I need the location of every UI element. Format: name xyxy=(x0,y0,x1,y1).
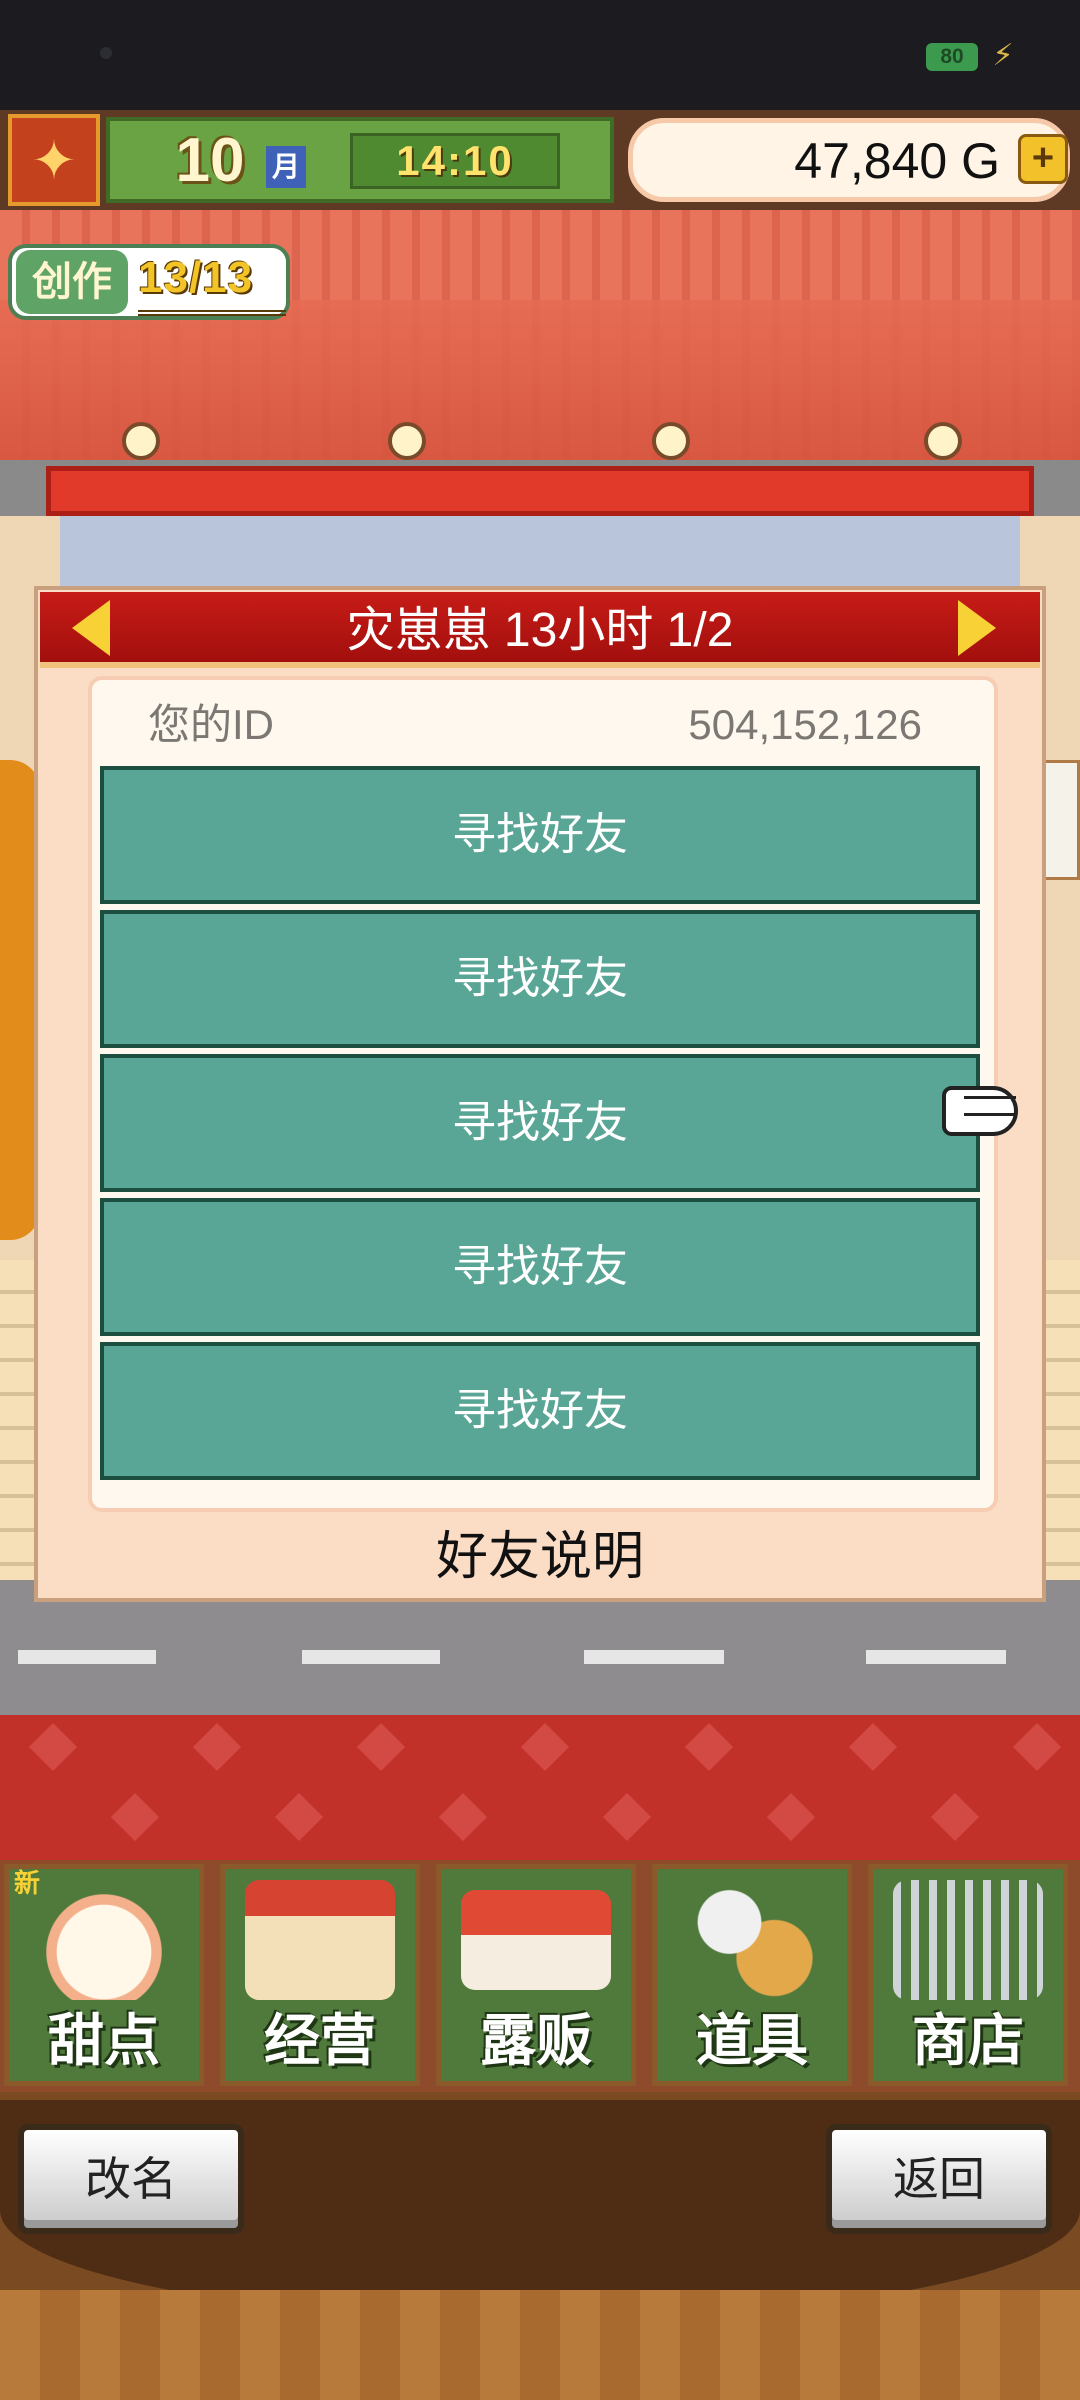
lane-marking xyxy=(302,1650,440,1664)
battery-indicator: 80 xyxy=(926,43,978,71)
find-friend-button[interactable]: 寻找好友 xyxy=(100,1342,980,1480)
maple-leaf-icon: ✦ xyxy=(8,114,100,206)
gold-amount: 47,840 G xyxy=(794,133,1000,189)
game-clock: 14:10 xyxy=(350,133,560,189)
find-friend-button[interactable]: 寻找好友 xyxy=(100,1198,980,1336)
back-button[interactable]: 返回 xyxy=(826,2124,1052,2234)
lightning-icon: ⚡ xyxy=(992,39,1014,72)
shop-windows xyxy=(60,516,1020,586)
player-id-label: 您的ID xyxy=(148,701,275,748)
camera-dot xyxy=(100,47,112,59)
friend-panel-title: 灾崽崽 13小时 1/2 xyxy=(346,604,734,657)
craft-count: 13/13 xyxy=(138,246,286,316)
lane-marking xyxy=(584,1650,724,1664)
friend-help-button[interactable]: 好友说明 xyxy=(40,1512,1040,1602)
item-bag-icon xyxy=(677,1880,827,2000)
find-friend-button[interactable]: 寻找好友 xyxy=(100,766,980,904)
shopping-cart-icon xyxy=(893,1880,1043,2000)
rename-button[interactable]: 改名 xyxy=(18,2124,244,2234)
arrow-left-icon[interactable] xyxy=(72,600,110,656)
menu-label-store: 商店 xyxy=(912,2009,1024,2072)
arrow-right-icon[interactable] xyxy=(958,600,996,656)
lamp-icon xyxy=(388,422,426,460)
pointing-hand-finger xyxy=(964,1096,1016,1116)
menu-label-dessert: 甜点 xyxy=(48,2009,160,2072)
find-friend-button[interactable]: 寻找好友 xyxy=(100,910,980,1048)
lamp-icon xyxy=(924,422,962,460)
status-bar xyxy=(0,0,1080,110)
shop-sign-beam xyxy=(46,466,1034,516)
lamp-icon xyxy=(652,422,690,460)
footer-floor xyxy=(0,2290,1080,2400)
sidewalk xyxy=(0,1260,36,1590)
wall-picture xyxy=(1040,760,1080,880)
food-truck-icon xyxy=(461,1890,611,1990)
add-gold-button[interactable]: + xyxy=(1018,134,1068,184)
menu-label-items: 道具 xyxy=(696,2009,808,2072)
menu-label-food-truck: 露贩 xyxy=(480,2009,592,2072)
shop-icon xyxy=(245,1880,395,2000)
month-number: 10 xyxy=(175,126,245,195)
new-badge: 新 xyxy=(14,1868,41,1898)
find-friend-button[interactable]: 寻找好友 xyxy=(100,1054,980,1192)
month-label: 月 xyxy=(266,146,306,188)
player-id-value: 504,152,126 xyxy=(688,701,922,748)
menu-label-manage: 经营 xyxy=(264,2009,376,2072)
lamp-icon xyxy=(122,422,160,460)
craft-label: 创作 xyxy=(16,250,128,314)
lane-marking xyxy=(18,1650,156,1664)
awning-shade xyxy=(0,300,1080,460)
lane-marking xyxy=(866,1650,1006,1664)
sidewalk xyxy=(1046,1260,1080,1590)
